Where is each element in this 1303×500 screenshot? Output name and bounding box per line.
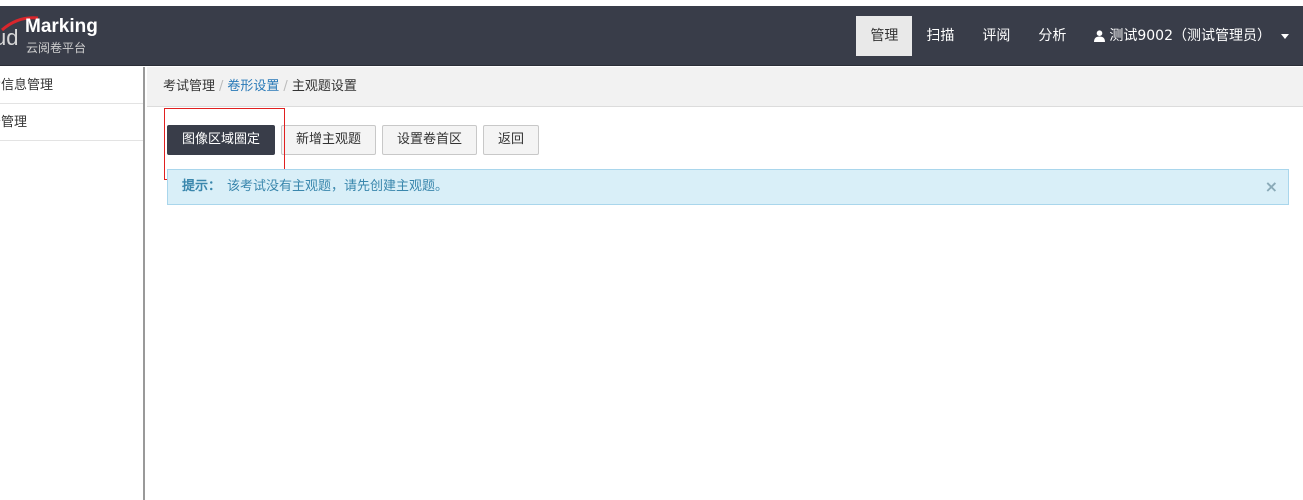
nav-item-scan[interactable]: 扫描 (912, 16, 968, 56)
sidebar: 考信息管理 务管理 (0, 67, 145, 500)
logo[interactable]: ud Marking 云阅卷平台 (0, 6, 140, 66)
main-content: 考试管理 / 卷形设置 / 主观题设置 图像区域圈定 新增主观题 设置卷首区 返回 提示… (147, 67, 1303, 500)
logo-brand: Marking (25, 16, 98, 37)
top-navbar: ud Marking 云阅卷平台 管理 扫描 评阅 分析 测试9002（测试管理… (0, 6, 1303, 66)
nav-item-manage[interactable]: 管理 (856, 16, 913, 56)
logo-cloud-text: ud (0, 25, 19, 50)
alert-message: 该考试没有主观题，请先创建主观题。 (227, 179, 449, 194)
logo-subtitle: 云阅卷平台 (26, 41, 87, 55)
back-button[interactable]: 返回 (483, 125, 540, 155)
breadcrumb-shape-settings[interactable]: 卷形设置 (227, 79, 279, 94)
alert-label: 提示： (182, 179, 222, 194)
toolbar: 图像区域圈定 新增主观题 设置卷首区 返回 (167, 125, 540, 155)
fix-image-region-button[interactable]: 图像区域圈定 (167, 125, 276, 155)
nav-menu: 管理 扫描 评阅 分析 测试9002（测试管理员） (856, 6, 1303, 66)
sidebar-item-exam-info[interactable]: 考信息管理 (0, 67, 143, 104)
nav-item-analysis[interactable]: 分析 (1024, 16, 1080, 56)
close-icon[interactable]: × (1265, 170, 1278, 204)
add-subjective-button[interactable]: 新增主观题 (281, 125, 377, 155)
breadcrumb-root[interactable]: 考试管理 (163, 79, 215, 94)
breadcrumb-separator: / (219, 79, 224, 94)
user-icon (1094, 30, 1106, 42)
chevron-down-icon (1281, 33, 1289, 39)
breadcrumb: 考试管理 / 卷形设置 / 主观题设置 (147, 67, 1303, 107)
nav-item-review[interactable]: 评阅 (968, 16, 1024, 56)
user-menu[interactable]: 测试9002（测试管理员） (1080, 16, 1303, 56)
info-alert: 提示： 该考试没有主观题，请先创建主观题。 × (167, 169, 1289, 205)
set-header-region-button[interactable]: 设置卷首区 (382, 125, 478, 155)
breadcrumb-separator: / (283, 79, 288, 94)
sidebar-item-task[interactable]: 务管理 (0, 104, 143, 141)
user-name: 测试9002（测试管理员） (1109, 28, 1271, 44)
breadcrumb-current: 主观题设置 (291, 79, 357, 94)
